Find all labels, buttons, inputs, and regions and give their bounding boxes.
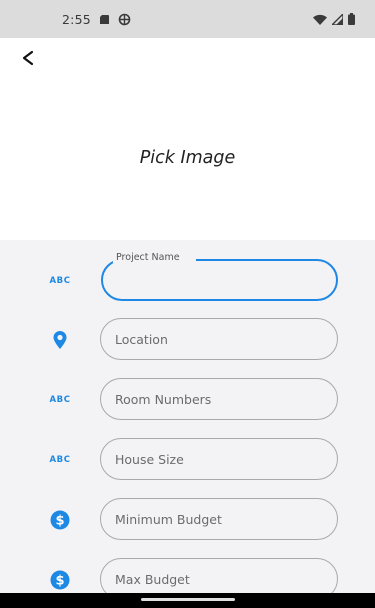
svg-text:$: $ (55, 514, 64, 529)
home-gesture-handle[interactable] (140, 598, 235, 601)
location-field[interactable] (100, 318, 338, 360)
house-size-row: ABC (0, 438, 375, 482)
vpn-icon (118, 13, 131, 26)
location-input[interactable] (115, 331, 323, 347)
minimum-budget-field[interactable] (100, 498, 338, 540)
project-name-field[interactable]: Project Name (101, 252, 338, 301)
signal-icon (332, 13, 343, 25)
house-size-input[interactable] (115, 451, 323, 467)
project-name-input[interactable] (117, 272, 322, 288)
status-right-group (313, 13, 355, 25)
battery-icon (348, 13, 355, 25)
abc-icon: ABC (48, 390, 72, 410)
status-time: 2:55 (62, 11, 91, 27)
abc-icon-text: ABC (49, 395, 71, 405)
abc-icon-text: ABC (49, 455, 71, 465)
wifi-icon (313, 14, 327, 25)
location-pin-icon (48, 330, 72, 350)
abc-icon: ABC (48, 271, 72, 291)
back-arrow-icon (21, 50, 35, 71)
sd-card-icon (99, 14, 110, 25)
minimum-budget-input[interactable] (115, 511, 323, 527)
abc-icon-text: ABC (49, 276, 71, 286)
max-budget-input[interactable] (115, 571, 323, 587)
navigation-bar (0, 593, 375, 608)
svg-text:$: $ (55, 574, 64, 589)
back-button[interactable] (14, 46, 42, 74)
room-numbers-input[interactable] (115, 391, 323, 407)
project-form: ABC Project Name ABC ABC (0, 240, 375, 600)
room-numbers-row: ABC (0, 378, 375, 422)
room-numbers-field[interactable] (100, 378, 338, 420)
location-row (0, 318, 375, 362)
status-bar: 2:55 (0, 0, 375, 38)
project-name-row: ABC Project Name (0, 252, 375, 303)
dollar-circle-icon: $ (48, 510, 72, 530)
pick-image-button[interactable]: Pick Image (0, 148, 375, 168)
abc-icon: ABC (48, 450, 72, 470)
dollar-circle-icon: $ (48, 570, 72, 590)
project-name-label: Project Name (113, 252, 183, 263)
status-left-group: 2:55 (62, 12, 131, 27)
minimum-budget-row: $ (0, 498, 375, 542)
house-size-field[interactable] (100, 438, 338, 480)
